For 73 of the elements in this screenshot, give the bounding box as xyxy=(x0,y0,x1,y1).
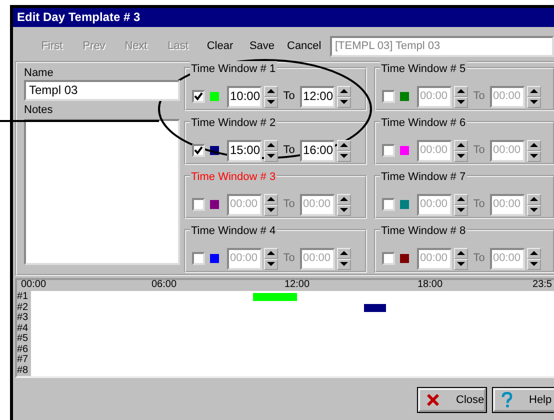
time-field[interactable]: 10:00 xyxy=(227,86,262,108)
toolbar-button[interactable]: Clear xyxy=(199,38,241,54)
spinner-control[interactable] xyxy=(527,140,541,162)
time-field[interactable]: 00:00 xyxy=(417,86,452,108)
name-label: Name xyxy=(24,67,54,80)
time-field[interactable]: 00:00 xyxy=(227,248,262,270)
spinner-control[interactable] xyxy=(527,194,541,216)
to-label: To xyxy=(282,89,296,104)
checkbox[interactable] xyxy=(382,198,395,211)
close-icon xyxy=(426,393,440,407)
group-title: Time Window # 1 xyxy=(190,61,277,78)
row-label: #4 xyxy=(17,324,30,334)
help-icon xyxy=(501,392,513,408)
spinner-control[interactable] xyxy=(264,248,278,270)
checkbox[interactable] xyxy=(382,144,395,157)
spinner-control[interactable] xyxy=(264,194,278,216)
time-tick-label: 18:00 xyxy=(417,279,443,290)
checkbox[interactable] xyxy=(192,252,205,265)
row-label: #6 xyxy=(17,344,30,355)
checkbox[interactable] xyxy=(382,252,395,265)
to-label: To xyxy=(282,143,296,158)
to-label: To xyxy=(472,89,486,104)
spinner-control[interactable] xyxy=(527,86,541,108)
time-field[interactable]: 00:00 xyxy=(417,248,452,270)
time-field[interactable]: 16:00 xyxy=(300,140,335,162)
notes-field[interactable] xyxy=(24,118,180,264)
time-field[interactable]: 00:00 xyxy=(417,194,452,216)
close-button[interactable]: Close xyxy=(418,388,486,412)
row-label: #5 xyxy=(17,334,30,344)
row-label: #2 xyxy=(17,302,30,313)
time-tick-label: 12:00 xyxy=(284,279,310,290)
time-field[interactable]: 00:00 xyxy=(227,194,262,216)
time-tick-label: 00:00 xyxy=(20,279,46,290)
spinner-control[interactable] xyxy=(454,86,468,108)
spinner-control[interactable] xyxy=(337,248,351,270)
row-label: #8 xyxy=(17,366,30,376)
time-field[interactable]: 00:00 xyxy=(417,140,452,162)
help-button[interactable]: Help xyxy=(493,388,554,412)
spinner-control[interactable] xyxy=(454,140,468,162)
to-label: To xyxy=(472,143,486,158)
window-title: Edit Day Template # 3 xyxy=(13,8,554,27)
spinner-control[interactable] xyxy=(454,248,468,270)
time-field[interactable]: 00:00 xyxy=(490,86,525,108)
spinner-control[interactable] xyxy=(454,194,468,216)
name-field[interactable]: Templ 03 xyxy=(24,80,180,101)
time-field[interactable]: 00:00 xyxy=(490,140,525,162)
spinner-control[interactable] xyxy=(337,86,351,108)
checkbox[interactable] xyxy=(192,198,205,211)
spinner-control[interactable] xyxy=(337,194,351,216)
spinner-control[interactable] xyxy=(527,248,541,270)
time-field[interactable]: 00:00 xyxy=(490,194,525,216)
time-field[interactable]: 12:00 xyxy=(300,86,335,108)
to-label: To xyxy=(282,251,296,266)
time-field[interactable]: 00:00 xyxy=(490,248,525,270)
checkbox[interactable] xyxy=(192,144,205,157)
spinner-control[interactable] xyxy=(264,86,278,108)
toolbar-button[interactable]: Cancel xyxy=(283,38,325,54)
checkbox[interactable] xyxy=(382,90,395,103)
row-label: #7 xyxy=(17,355,30,366)
time-field[interactable]: 00:00 xyxy=(300,248,335,270)
row-label: #1 xyxy=(17,292,30,302)
to-label: To xyxy=(282,197,296,212)
time-tick-label: 23:5 xyxy=(532,279,552,290)
checkbox[interactable] xyxy=(192,90,205,103)
spinner-control[interactable] xyxy=(337,140,351,162)
spinner-control[interactable] xyxy=(264,140,278,162)
time-field[interactable]: 00:00 xyxy=(300,194,335,216)
to-label: To xyxy=(472,251,486,266)
row-label: #3 xyxy=(17,313,30,324)
time-tick-label: 06:00 xyxy=(151,279,177,290)
toolbar-button[interactable]: Save xyxy=(241,38,283,54)
to-label: To xyxy=(472,197,486,212)
time-field[interactable]: 15:00 xyxy=(227,140,262,162)
